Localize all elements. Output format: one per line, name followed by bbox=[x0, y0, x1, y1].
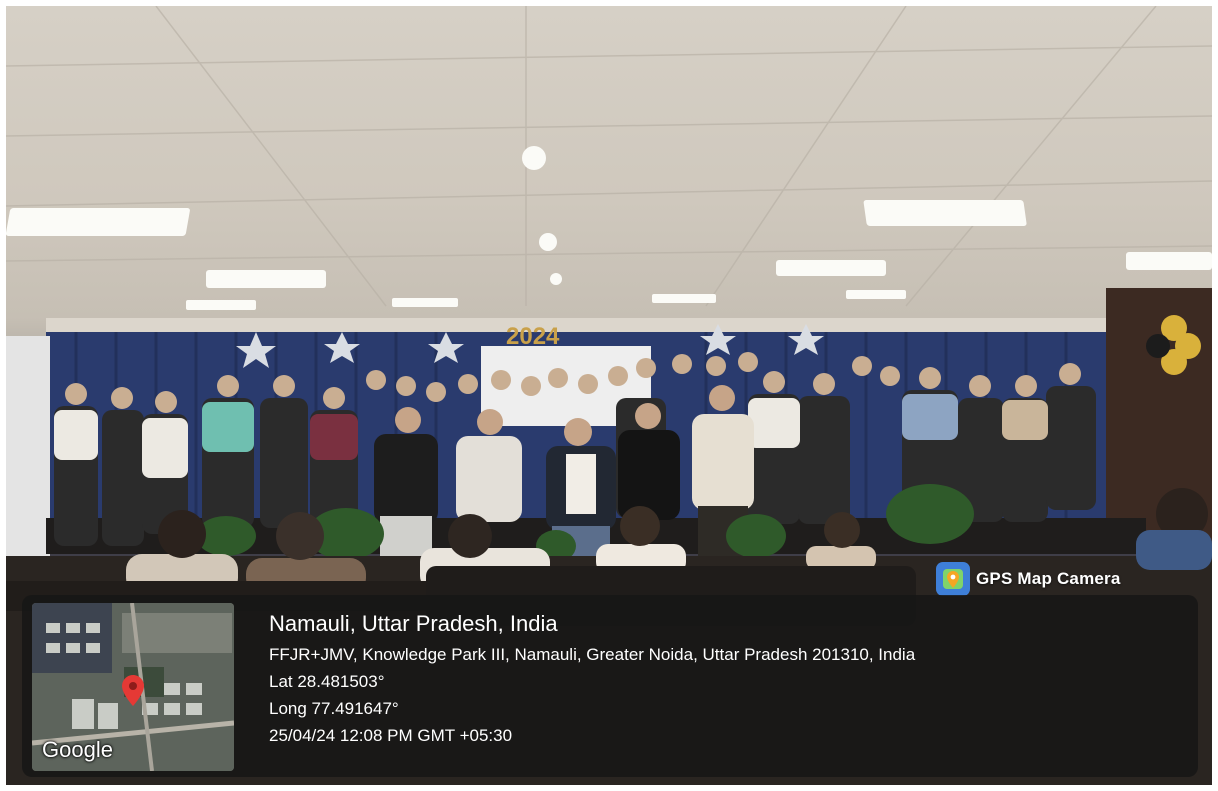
location-place: Namauli, Uttar Pradesh, India bbox=[269, 611, 558, 636]
screenshot-frame: 2024 GPS Map Camera Google Namauli, Utta… bbox=[0, 0, 1218, 791]
ceiling-lights bbox=[6, 146, 1212, 310]
google-logo: Google bbox=[42, 737, 113, 762]
location-info: Namauli, Uttar Pradesh, India FFJR+JMV, … bbox=[269, 609, 915, 749]
gps-badge-label: GPS Map Camera bbox=[976, 569, 1121, 588]
location-address: FFJR+JMV, Knowledge Park III, Namauli, G… bbox=[269, 645, 916, 664]
location-datetime: 25/04/24 12:08 PM GMT +05:30 bbox=[269, 726, 513, 745]
location-overlay: Google Namauli, Uttar Pradesh, India FFJ… bbox=[22, 595, 1198, 777]
left-wall bbox=[6, 336, 50, 556]
black-balloon bbox=[1146, 334, 1170, 358]
location-longitude: Long 77.491647° bbox=[269, 699, 399, 718]
balloon-year: 2024 bbox=[506, 323, 560, 350]
map-thumbnail: Google bbox=[32, 603, 234, 771]
map-pin-icon bbox=[936, 562, 970, 596]
gps-map-camera-badge: GPS Map Camera bbox=[936, 562, 1121, 596]
location-latitude: Lat 28.481503° bbox=[269, 672, 385, 691]
stage-header bbox=[46, 318, 1126, 334]
ceiling-grid bbox=[6, 6, 1212, 307]
